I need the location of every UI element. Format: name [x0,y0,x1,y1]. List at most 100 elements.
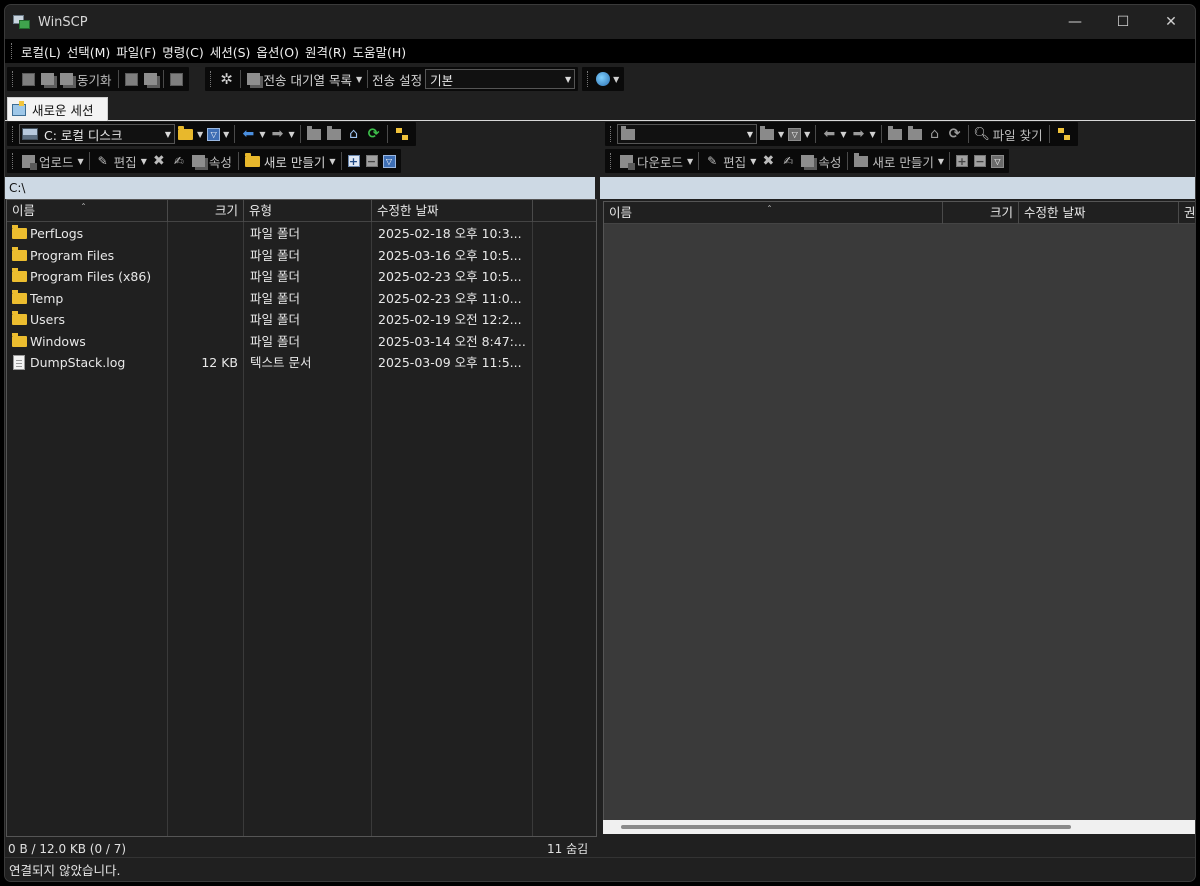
menu-file[interactable]: 파일(F) [113,42,159,61]
gear-icon[interactable]: ✲ [219,70,235,88]
maximize-button[interactable]: ☐ [1099,5,1147,39]
terminal-icon[interactable] [124,72,138,86]
local-path-bar[interactable]: C:\ [5,177,595,199]
menu-local[interactable]: 로컬(L) [18,42,64,61]
back-arrow-icon[interactable]: ⬅ [240,126,256,142]
menu-remote[interactable]: 원격(R) [302,42,349,61]
parent-dir-icon[interactable] [887,125,902,140]
edit-icon[interactable]: ✎ [95,153,111,169]
edit-icon[interactable]: ✎ [704,153,720,169]
filter-select-icon[interactable]: ▽ [382,154,396,168]
tree-view-icon[interactable] [395,127,409,141]
chevron-down-icon[interactable]: ▼ [840,130,846,139]
menu-command[interactable]: 명령(C) [159,42,206,61]
toolbar-grip[interactable] [209,71,213,87]
toolbar-grip[interactable] [610,126,613,142]
open-folder-icon[interactable] [178,125,193,140]
filter-icon[interactable]: ▽ [207,127,221,141]
find-files-icon[interactable]: 🔍︎ [973,126,990,142]
remote-dir-select[interactable]: ▼ [617,124,757,144]
local-col-date[interactable]: 수정한 날짜 [372,200,533,222]
chevron-down-icon[interactable]: ▼ [744,130,756,139]
local-col-size[interactable]: 크기 [168,200,244,222]
compare-dirs-icon[interactable] [22,72,35,86]
home-icon[interactable]: ⌂ [346,126,362,142]
remote-path-bar[interactable] [600,177,1195,199]
table-row[interactable]: Windows 파일 폴더 2025-03-14 오전 8:47:... [7,331,596,352]
rename-icon[interactable]: ✍ [780,153,796,169]
edit-button[interactable]: 편집 [114,152,137,171]
menu-help[interactable]: 도움말(H) [349,42,409,61]
delete-icon[interactable]: ✖ [760,153,776,169]
sync-label[interactable]: 동기화 [77,70,112,89]
filter-icon[interactable]: ▽ [788,127,802,141]
chevron-down-icon[interactable]: ▼ [329,157,335,166]
scrollbar-thumb[interactable] [621,825,1071,829]
select-all-icon[interactable]: + [956,155,968,167]
properties-icon[interactable] [801,155,815,167]
remote-file-list[interactable]: 이름 ˆ 크기 수정한 날짜 권 [603,201,1195,823]
remote-col-date[interactable]: 수정한 날짜 [1019,202,1179,224]
remote-horizontal-scrollbar[interactable] [603,820,1195,834]
find-files-button[interactable]: 파일 찾기 [993,125,1043,144]
table-row[interactable]: Temp 파일 폴더 2025-02-23 오후 11:0... [7,288,596,309]
chevron-down-icon[interactable]: ▼ [197,130,203,139]
toolbar-grip[interactable] [12,71,15,87]
minimize-button[interactable]: — [1051,5,1099,39]
local-drive-select[interactable]: C: 로컬 디스크 ▼ [19,124,175,144]
new-button[interactable]: 새로 만들기 [264,152,325,171]
root-dir-icon[interactable] [907,125,922,140]
edit-button[interactable]: 편집 [723,152,746,171]
select-all-icon[interactable]: + [347,155,360,167]
new-folder-icon[interactable] [244,152,260,167]
delete-icon[interactable]: ✖ [151,153,167,169]
chevron-down-icon[interactable]: ▼ [78,157,84,166]
back-arrow-icon[interactable]: ⬅ [821,126,837,142]
toolbar-grip[interactable] [587,71,590,87]
menu-select[interactable]: 선택(M) [64,42,114,61]
download-button[interactable]: 다운로드 [637,152,683,171]
tree-view-icon[interactable] [1057,127,1071,141]
parent-dir-icon[interactable] [306,125,321,140]
close-button[interactable]: ✕ [1147,5,1195,39]
sync-icon[interactable] [60,73,73,85]
remote-col-name[interactable]: 이름 ˆ [604,202,943,224]
table-row[interactable]: PerfLogs 파일 폴더 2025-02-18 오후 10:3... [7,223,596,244]
forward-arrow-icon[interactable]: ➡ [269,126,285,142]
chevron-down-icon[interactable]: ▼ [141,157,147,166]
title-bar[interactable]: WinSCP — ☐ ✕ [5,5,1195,39]
chevron-down-icon[interactable]: ▼ [288,130,294,139]
chevron-down-icon[interactable]: ▼ [223,130,229,139]
chevron-down-icon[interactable]: ▼ [162,130,174,139]
menu-grip[interactable] [11,43,14,59]
menu-session[interactable]: 세션(S) [207,42,254,61]
chevron-down-icon[interactable]: ▼ [613,75,619,84]
chevron-down-icon[interactable]: ▼ [778,130,784,139]
preferences-grid-icon[interactable] [169,72,183,86]
properties-button[interactable]: 속성 [818,152,841,171]
chevron-down-icon[interactable]: ▼ [750,157,756,166]
root-dir-icon[interactable] [326,125,341,140]
properties-icon[interactable] [191,155,205,167]
download-icon[interactable] [620,154,635,170]
table-row[interactable]: Program Files 파일 폴더 2025-03-16 오후 10:5... [7,245,596,266]
chevron-down-icon[interactable]: ▼ [687,157,693,166]
local-col-name[interactable]: 이름 ˆ [7,200,168,222]
menu-options[interactable]: 옵션(O) [253,42,302,61]
remote-col-rights[interactable]: 권 [1179,202,1195,224]
unselect-all-icon[interactable]: − [974,155,986,167]
toolbar-grip[interactable] [12,126,15,142]
copy-icon[interactable] [143,73,157,85]
unselect-all-icon[interactable]: − [365,155,378,167]
filter-select-icon[interactable]: ▽ [991,154,1004,168]
chevron-down-icon[interactable]: ▼ [938,157,944,166]
refresh-icon[interactable]: ⟳ [366,126,382,142]
table-row[interactable]: Users 파일 폴더 2025-02-19 오전 12:2... [7,309,596,330]
toolbar-grip[interactable] [610,153,613,169]
local-col-type[interactable]: 유형 [244,200,372,222]
remote-col-size[interactable]: 크기 [943,202,1019,224]
transfer-preset-select[interactable]: 기본 ▼ [425,69,576,89]
forward-arrow-icon[interactable]: ➡ [850,126,866,142]
new-button[interactable]: 새로 만들기 [872,152,933,171]
chevron-down-icon[interactable]: ▼ [259,130,265,139]
